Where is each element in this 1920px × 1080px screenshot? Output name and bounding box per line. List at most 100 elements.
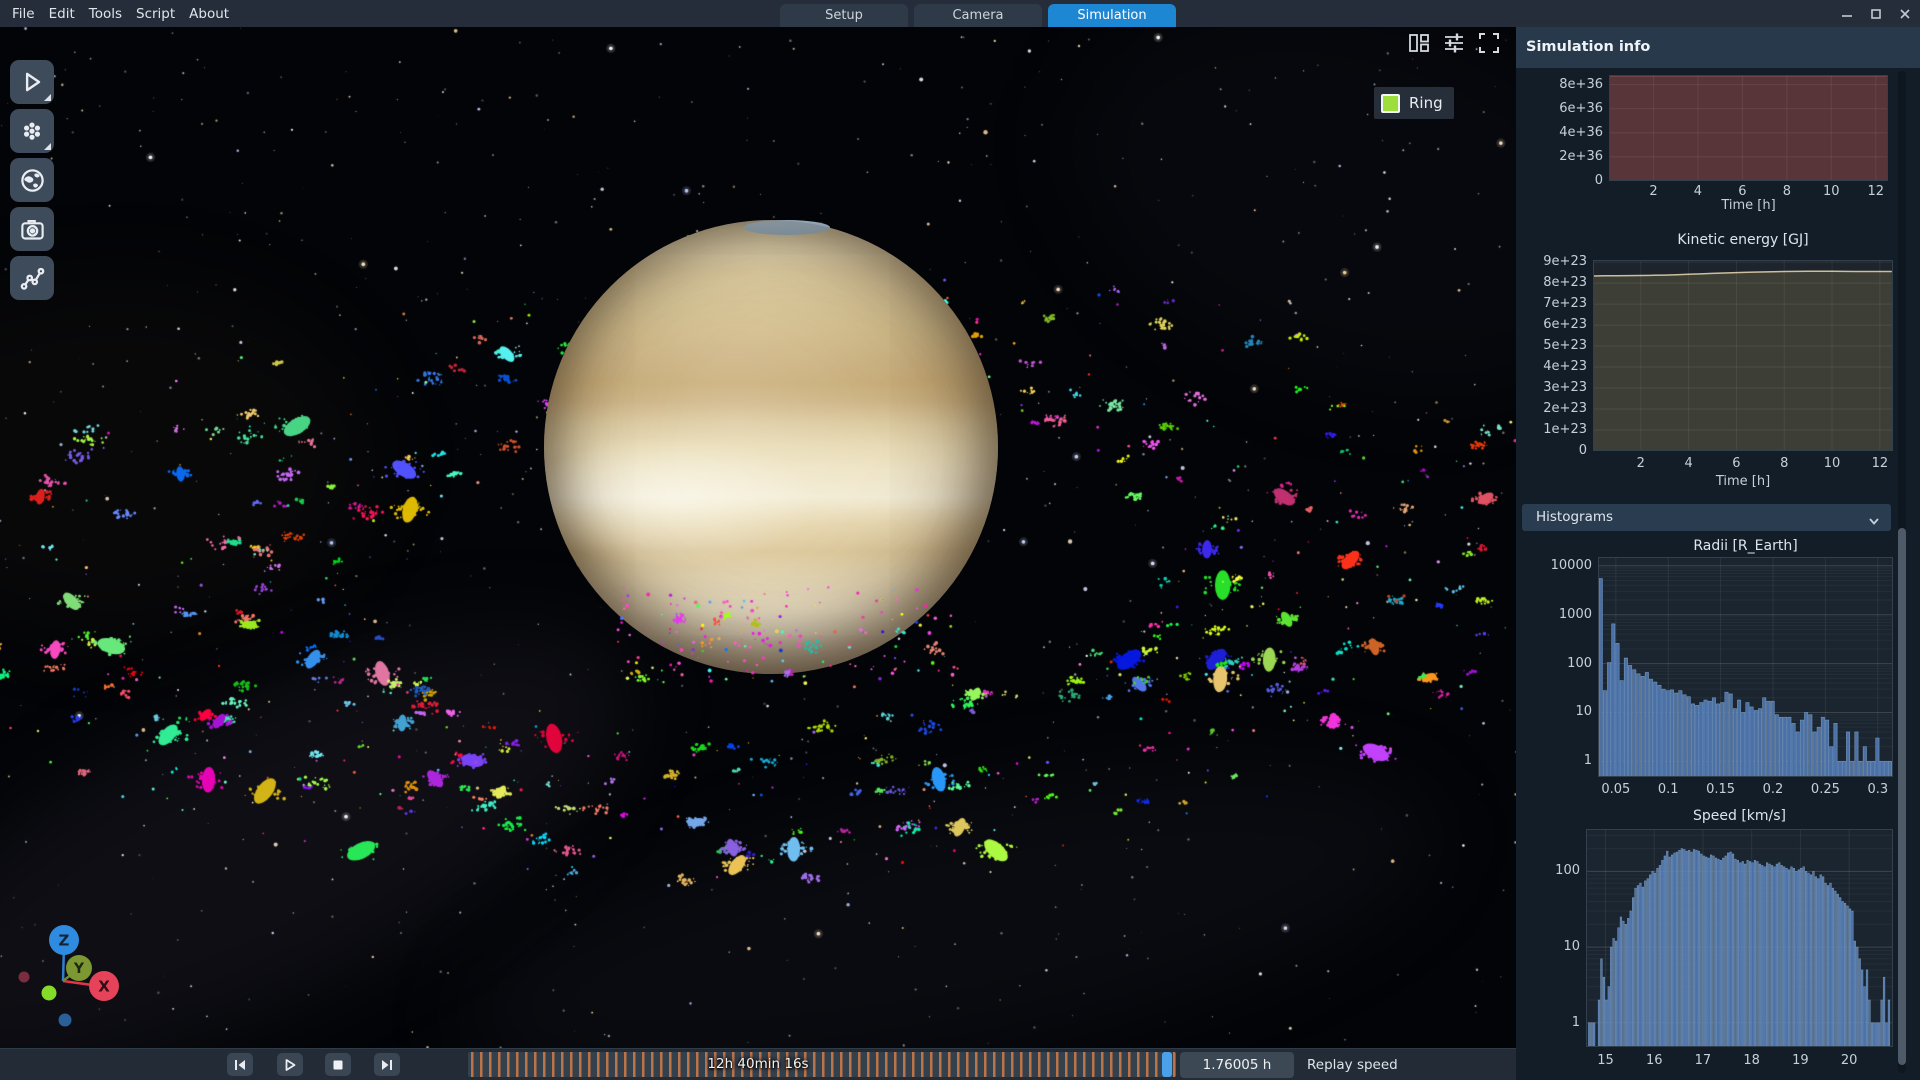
layout-panels-icon bbox=[1408, 32, 1430, 54]
timeline-handle[interactable] bbox=[1162, 1052, 1172, 1077]
x-tick-label: 0.2 bbox=[1743, 782, 1803, 797]
close-button[interactable] bbox=[1898, 7, 1912, 21]
menu-file[interactable]: File bbox=[12, 6, 35, 22]
stop-icon bbox=[331, 1058, 345, 1072]
viewport-toolbar bbox=[1408, 32, 1500, 54]
fullscreen-icon bbox=[1478, 32, 1500, 54]
y-tick-label: 100 bbox=[1506, 863, 1580, 878]
orientation-gizmo[interactable]: Z Y X bbox=[0, 907, 140, 1037]
neg-y-axis-ball[interactable] bbox=[42, 986, 57, 1001]
chart-title-kinetic: Kinetic energy [GJ] bbox=[1623, 232, 1863, 248]
maximize-icon bbox=[1870, 8, 1882, 20]
submenu-corner-mark bbox=[44, 143, 51, 150]
timeline-scrubber[interactable]: 12h 40min 16s bbox=[468, 1052, 1176, 1077]
y-tick-label: 8e+23 bbox=[1513, 275, 1587, 290]
x-tick-label: 12 bbox=[1850, 456, 1910, 471]
close-icon bbox=[1899, 8, 1911, 20]
histograms-header-label: Histograms bbox=[1536, 509, 1613, 525]
x-tick-label: 20 bbox=[1819, 1053, 1879, 1068]
tab-simulation[interactable]: Simulation bbox=[1048, 4, 1176, 27]
y-tick-label: 6e+23 bbox=[1513, 317, 1587, 332]
mode-tabs: Setup Camera Simulation bbox=[780, 4, 1176, 27]
x-axis-label: Time [h] bbox=[1683, 474, 1803, 489]
window-controls bbox=[1840, 0, 1912, 27]
y-tick-label: 2e+36 bbox=[1529, 149, 1603, 164]
y-tick-label: 100 bbox=[1518, 656, 1592, 671]
neg-z-axis-ball[interactable] bbox=[59, 1014, 72, 1027]
y-tick-label: 10 bbox=[1518, 704, 1592, 719]
particles-button[interactable] bbox=[10, 109, 54, 153]
y-tick-label: 1e+23 bbox=[1513, 422, 1587, 437]
playback-bar: 12h 40min 16s 1.76005 h Replay speed bbox=[0, 1048, 1516, 1080]
x-axis-label: X bbox=[98, 978, 110, 996]
chart-title-radii: Radii [R_Earth] bbox=[1626, 538, 1866, 554]
play-icon bbox=[19, 69, 45, 95]
minimize-button[interactable] bbox=[1840, 7, 1854, 21]
particles-icon bbox=[19, 118, 45, 144]
layout-panels-button[interactable] bbox=[1408, 32, 1430, 54]
chart-plot-speed bbox=[1586, 829, 1893, 1047]
display-settings-button[interactable] bbox=[1443, 32, 1465, 54]
menu-script[interactable]: Script bbox=[136, 6, 175, 22]
plots-button[interactable] bbox=[10, 256, 54, 300]
menu-edit[interactable]: Edit bbox=[49, 6, 75, 22]
histograms-section-header[interactable]: Histograms bbox=[1522, 504, 1891, 531]
stop-button[interactable] bbox=[325, 1053, 351, 1076]
chart-plot-energy bbox=[1609, 75, 1888, 181]
y-tick-label: 3e+23 bbox=[1513, 380, 1587, 395]
tab-setup[interactable]: Setup bbox=[780, 4, 908, 27]
maximize-button[interactable] bbox=[1869, 7, 1883, 21]
tab-camera[interactable]: Camera bbox=[914, 4, 1042, 27]
y-axis-label: Y bbox=[73, 961, 85, 977]
skip-to-end-button[interactable] bbox=[374, 1053, 400, 1076]
application-window: File Edit Tools Script About Setup Camer… bbox=[0, 0, 1920, 1080]
title-bar: File Edit Tools Script About Setup Camer… bbox=[0, 0, 1920, 27]
skip-to-start-button[interactable] bbox=[227, 1053, 253, 1076]
viewport-3d[interactable]: Ring Z Y X bbox=[0, 27, 1516, 1048]
chart-plot-kinetic bbox=[1593, 260, 1893, 451]
panel-title: Simulation info bbox=[1516, 27, 1920, 68]
left-toolbar bbox=[10, 60, 54, 300]
play-icon bbox=[283, 1058, 297, 1072]
y-tick-label: 0 bbox=[1529, 173, 1603, 188]
ring-legend[interactable]: Ring bbox=[1374, 87, 1454, 119]
render-settings-button[interactable] bbox=[10, 207, 54, 251]
current-time-field[interactable]: 1.76005 h bbox=[1180, 1052, 1294, 1078]
z-axis-label: Z bbox=[59, 932, 70, 950]
y-tick-label: 2e+23 bbox=[1513, 401, 1587, 416]
fullscreen-button[interactable] bbox=[1478, 32, 1500, 54]
sliders-icon bbox=[1443, 32, 1465, 54]
ring-legend-swatch bbox=[1381, 94, 1400, 113]
x-axis-line bbox=[63, 981, 92, 985]
skip-start-icon bbox=[233, 1058, 247, 1072]
submenu-corner-mark bbox=[44, 94, 51, 101]
menu-bar: File Edit Tools Script About bbox=[0, 0, 229, 27]
globe-icon bbox=[19, 167, 46, 194]
x-tick-label: 0.05 bbox=[1586, 782, 1646, 797]
x-tick-label: 0.3 bbox=[1848, 782, 1908, 797]
menu-about[interactable]: About bbox=[189, 6, 229, 22]
space-scene-front-canvas[interactable] bbox=[0, 27, 1516, 1048]
ring-legend-label: Ring bbox=[1409, 94, 1443, 112]
menu-tools[interactable]: Tools bbox=[89, 6, 122, 22]
y-tick-label: 0 bbox=[1513, 443, 1587, 458]
x-axis-label: Time [h] bbox=[1689, 198, 1809, 213]
x-tick-label: 12 bbox=[1846, 184, 1906, 199]
y-tick-label: 1 bbox=[1518, 753, 1592, 768]
chevron-down-icon bbox=[1867, 511, 1881, 538]
play-button[interactable] bbox=[277, 1053, 303, 1076]
x-tick-label: 0.25 bbox=[1795, 782, 1855, 797]
y-tick-label: 4e+36 bbox=[1529, 125, 1603, 140]
camera-gear-icon bbox=[19, 216, 46, 243]
run-simulation-button[interactable] bbox=[10, 60, 54, 104]
replay-speed-label: Replay speed bbox=[1307, 1049, 1398, 1080]
skip-end-icon bbox=[380, 1058, 394, 1072]
minimize-icon bbox=[1841, 8, 1853, 20]
y-tick-label: 5e+23 bbox=[1513, 338, 1587, 353]
y-tick-label: 1 bbox=[1506, 1015, 1580, 1030]
neg-x-axis-ball[interactable] bbox=[19, 972, 30, 983]
world-button[interactable] bbox=[10, 158, 54, 202]
y-tick-label: 1000 bbox=[1518, 607, 1592, 622]
y-tick-label: 9e+23 bbox=[1513, 254, 1587, 269]
y-tick-label: 4e+23 bbox=[1513, 359, 1587, 374]
